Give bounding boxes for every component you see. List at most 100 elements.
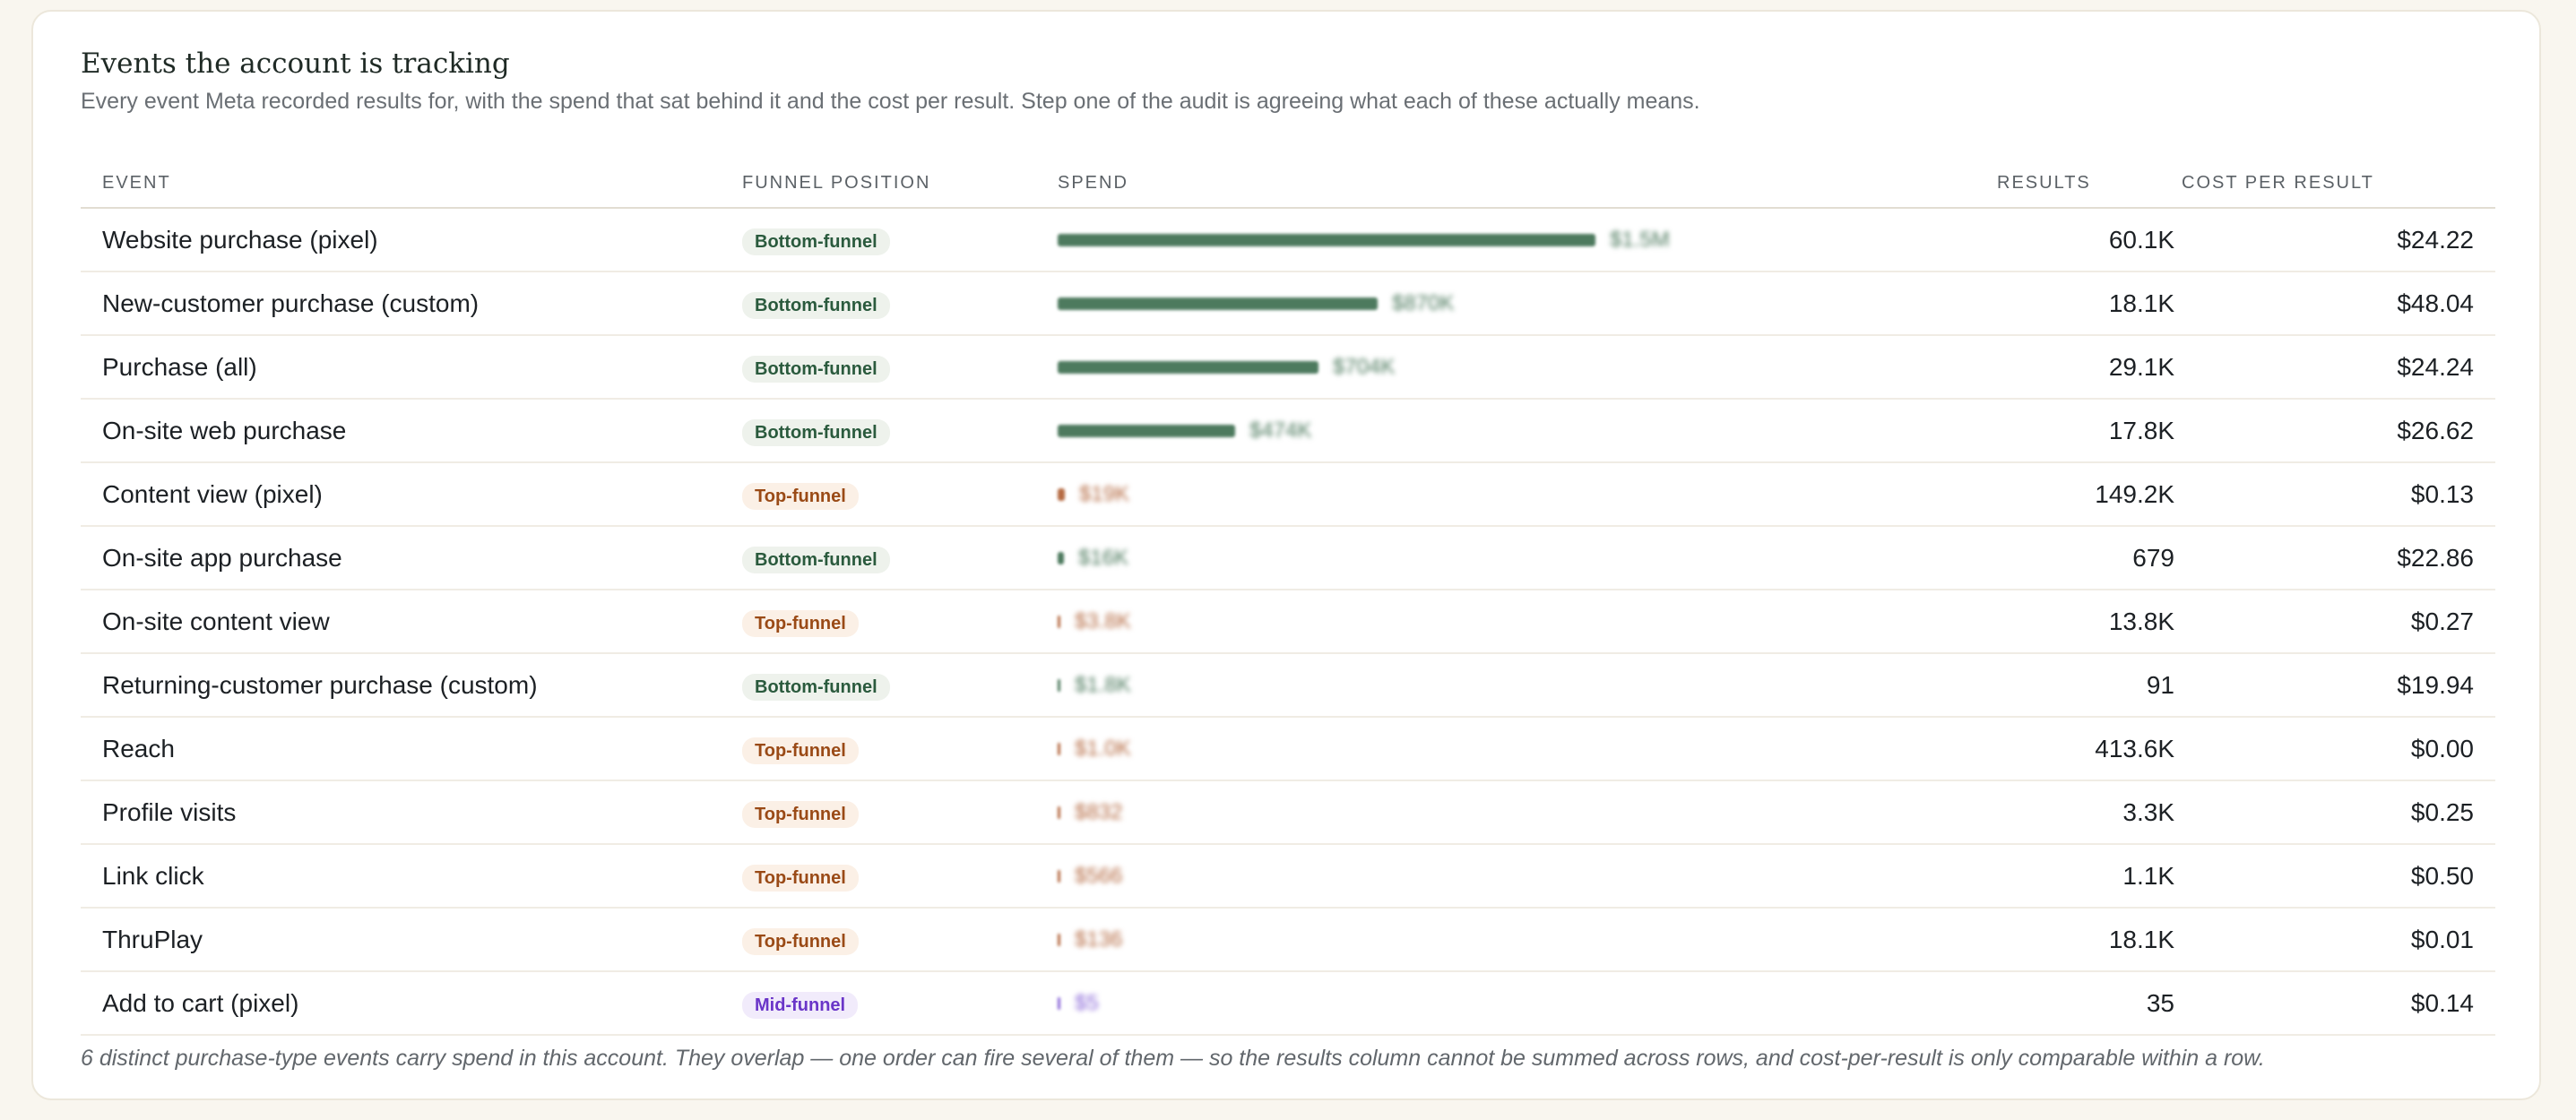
table-row[interactable]: On-site content view Top-funnel $3.8K 13.8K… — [81, 590, 2495, 654]
table-header-row: EVENT FUNNEL POSITION SPEND RESULTS COST… — [81, 159, 2495, 209]
spend-cell: $1.5M — [1058, 209, 1997, 271]
results-value: 18.1K — [2108, 289, 2174, 317]
funnel-badge: Top-funnel — [742, 737, 859, 764]
spend-value: $832 — [1075, 799, 1123, 824]
table-row[interactable]: ThruPlay Top-funnel $136 18.1K $0.01 — [81, 908, 2495, 972]
results-value: 679 — [2132, 543, 2174, 572]
table-row[interactable]: Profile visits Top-funnel $832 3.3K $0.25 — [81, 780, 2495, 845]
spend-cell: $1.0K — [1058, 718, 1997, 780]
event-name: Profile visits — [102, 797, 237, 826]
funnel-badge: Bottom-funnel — [742, 228, 890, 255]
spend-bar — [1058, 869, 1060, 883]
cost-per-result-value: $0.13 — [2410, 479, 2474, 508]
cost-per-result-value: $48.04 — [2397, 289, 2474, 317]
table-row[interactable]: Add to cart (pixel) Mid-funnel $5 35 $0.14 — [81, 971, 2495, 1036]
table-row[interactable]: Website purchase (pixel) Bottom-funnel $1.… — [81, 208, 2495, 272]
spend-value: $870K — [1392, 290, 1455, 315]
results-value: 17.8K — [2108, 416, 2174, 444]
table-row[interactable]: New-customer purchase (custom) Bottom-fun… — [81, 271, 2495, 336]
spend-bar — [1058, 678, 1060, 692]
cost-per-result-value: $0.50 — [2410, 861, 2474, 890]
column-header-cost-per-result[interactable]: COST PER RESULT — [2182, 159, 2495, 209]
cost-per-result-value: $0.01 — [2410, 925, 2474, 953]
table-row[interactable]: Returning-customer purchase (custom) Bott… — [81, 653, 2495, 718]
spend-value: $16K — [1078, 545, 1129, 570]
spend-cell: $870K — [1058, 272, 1997, 334]
event-name: Content view (pixel) — [102, 479, 323, 508]
cost-per-result-value: $0.14 — [2410, 988, 2474, 1017]
column-header-event[interactable]: EVENT — [81, 159, 742, 209]
spend-bar — [1058, 615, 1060, 628]
funnel-badge: Top-funnel — [742, 482, 859, 510]
table-row[interactable]: Purchase (all) Bottom-funnel $704K 29.1K $24… — [81, 335, 2495, 400]
spend-bar — [1058, 742, 1060, 755]
table-row[interactable]: On-site web purchase Bottom-funnel $474K 17… — [81, 399, 2495, 463]
results-value: 18.1K — [2108, 925, 2174, 953]
event-name: Website purchase (pixel) — [102, 225, 378, 254]
event-name: Purchase (all) — [102, 352, 257, 381]
spend-cell: $704K — [1058, 336, 1997, 398]
funnel-badge: Top-funnel — [742, 800, 859, 828]
cost-per-result-value: $19.94 — [2397, 670, 2474, 699]
spend-cell: $16K — [1058, 527, 1997, 589]
spend-cell: $474K — [1058, 400, 1997, 461]
results-value: 413.6K — [2095, 734, 2174, 762]
spend-bar — [1058, 806, 1060, 819]
results-value: 3.3K — [2122, 797, 2174, 826]
cost-per-result-value: $26.62 — [2397, 416, 2474, 444]
event-name: Link click — [102, 861, 204, 890]
events-table: EVENT FUNNEL POSITION SPEND RESULTS COST… — [81, 159, 2495, 1036]
spend-cell: $5 — [1058, 972, 1997, 1034]
spend-cell: $3.8K — [1058, 590, 1997, 652]
cost-per-result-value: $24.22 — [2397, 225, 2474, 254]
spend-value: $1.0K — [1075, 736, 1131, 761]
event-name: On-site web purchase — [102, 416, 347, 444]
cost-per-result-value: $0.00 — [2410, 734, 2474, 762]
spend-value: $3.8K — [1075, 608, 1131, 633]
table-row[interactable]: Reach Top-funnel $1.0K 413.6K $0.00 — [81, 717, 2495, 781]
cost-per-result-value: $22.86 — [2397, 543, 2474, 572]
event-name: Returning-customer purchase (custom) — [102, 670, 538, 699]
table-row[interactable]: Link click Top-funnel $566 1.1K $0.50 — [81, 844, 2495, 909]
spend-value: $1.8K — [1075, 672, 1131, 697]
column-header-results[interactable]: RESULTS — [1997, 159, 2182, 209]
spend-bar — [1058, 297, 1378, 310]
event-name: Reach — [102, 734, 175, 762]
spend-bar — [1058, 933, 1060, 946]
column-header-spend[interactable]: SPEND — [1058, 159, 1997, 209]
spend-value: $474K — [1249, 418, 1312, 443]
cost-per-result-value: $24.24 — [2397, 352, 2474, 381]
spend-value: $5 — [1075, 990, 1099, 1015]
funnel-badge: Top-funnel — [742, 864, 859, 892]
funnel-badge: Mid-funnel — [742, 991, 859, 1019]
funnel-badge: Bottom-funnel — [742, 355, 890, 383]
table-row[interactable]: On-site app purchase Bottom-funnel $16K 679… — [81, 526, 2495, 590]
spend-bar — [1058, 360, 1318, 374]
event-name: ThruPlay — [102, 925, 203, 953]
event-name: New-customer purchase (custom) — [102, 289, 480, 317]
spend-value: $19K — [1079, 481, 1130, 506]
spend-value: $566 — [1075, 863, 1123, 888]
funnel-badge: Bottom-funnel — [742, 291, 890, 319]
funnel-badge: Bottom-funnel — [742, 418, 890, 446]
event-name: On-site app purchase — [102, 543, 342, 572]
table-footnote: 6 distinct purchase-type events carry sp… — [81, 1046, 2265, 1071]
spend-value: $136 — [1075, 926, 1123, 952]
spend-bar — [1058, 996, 1060, 1010]
results-value: 29.1K — [2108, 352, 2174, 381]
funnel-badge: Bottom-funnel — [742, 546, 890, 573]
card-title: Events the account is tracking — [81, 47, 510, 80]
cost-per-result-value: $0.25 — [2410, 797, 2474, 826]
results-value: 149.2K — [2095, 479, 2174, 508]
card-subtitle: Every event Meta recorded results for, w… — [81, 89, 1700, 114]
funnel-badge: Top-funnel — [742, 927, 859, 955]
funnel-badge: Top-funnel — [742, 609, 859, 637]
table-row[interactable]: Content view (pixel) Top-funnel $19K 149.2K… — [81, 462, 2495, 527]
events-card: Events the account is tracking Every eve… — [31, 10, 2541, 1100]
spend-bar — [1058, 487, 1065, 501]
results-value: 91 — [2146, 670, 2174, 699]
spend-bar — [1058, 424, 1235, 437]
column-header-funnel-position[interactable]: FUNNEL POSITION — [742, 159, 1058, 209]
spend-value: $1.5M — [1610, 227, 1670, 252]
spend-cell: $136 — [1058, 909, 1997, 970]
